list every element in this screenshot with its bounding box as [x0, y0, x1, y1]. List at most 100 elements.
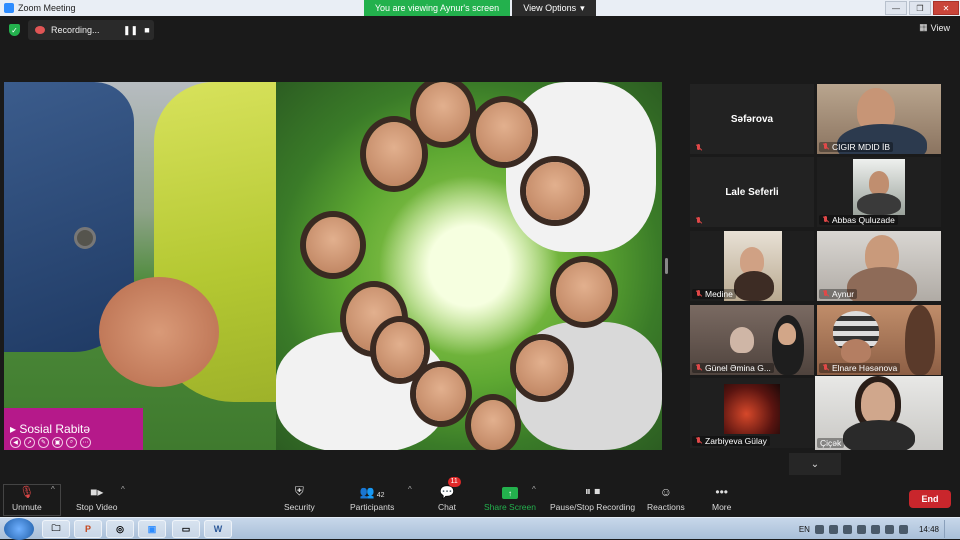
participants-icon: 👥 42	[359, 485, 385, 499]
video-options-caret[interactable]: ^	[121, 485, 125, 494]
tray-icon[interactable]	[814, 524, 824, 534]
mic-muted-icon	[822, 143, 829, 151]
window-controls: — ❐ ✕	[884, 0, 960, 16]
slide-photo-group-circle	[276, 82, 662, 450]
volume-icon[interactable]	[898, 524, 908, 534]
participant-name: Zarbiyeva Gülay	[705, 436, 767, 446]
pause-stop-recording-button[interactable]: ⏸ ⏹ Pause/Stop Recording	[550, 481, 635, 512]
person-face	[861, 382, 895, 424]
person-body	[847, 267, 917, 301]
security-button[interactable]: ⛨ Security	[284, 481, 315, 512]
face	[476, 102, 532, 162]
participant-label: Günel Əmina G...	[692, 363, 774, 373]
tray-icon[interactable]	[856, 524, 866, 534]
pause-recording-icon[interactable]: ❚❚	[123, 25, 138, 36]
tray-icon[interactable]	[870, 524, 880, 534]
participant-name: Səfərova	[730, 113, 774, 125]
network-icon[interactable]	[884, 524, 894, 534]
shield-icon[interactable]: ✓	[9, 24, 20, 36]
maximize-button[interactable]: ❐	[909, 1, 931, 15]
pause-stop-recording-label: Pause/Stop Recording	[550, 502, 636, 512]
clock[interactable]: 14:48	[919, 525, 939, 534]
chat-button[interactable]: 💬 11 Chat	[438, 477, 461, 512]
share-screen-button[interactable]: ↑ Share Screen	[484, 481, 536, 512]
shield-icon: ⛨	[294, 484, 304, 498]
participant-label: Elnare Həsənova	[819, 363, 901, 373]
reactions-icon: ☺	[659, 485, 673, 499]
participants-options-caret[interactable]: ^	[408, 485, 412, 494]
reactions-label: Reactions	[647, 502, 685, 512]
mic-muted-icon	[822, 364, 829, 372]
slide-title-text: Sosial Rabitə	[19, 422, 91, 436]
video-camera-icon: ■▸	[90, 485, 104, 499]
face	[416, 367, 466, 421]
participant-tile[interactable]: Zarbiyeva Gülay	[690, 378, 814, 448]
pen-icon[interactable]: ✎	[38, 437, 49, 448]
participant-tile[interactable]: Lale Seferli	[690, 157, 814, 227]
more-button[interactable]: ••• More	[712, 481, 731, 512]
person-body	[905, 305, 935, 375]
prev-slide-icon[interactable]: ◀	[10, 437, 21, 448]
participant-label: Medine	[692, 289, 736, 299]
view-label: View	[930, 22, 950, 33]
windows-start-icon[interactable]	[4, 518, 34, 540]
view-layout-button[interactable]: ▦ View	[919, 22, 950, 33]
participant-tile[interactable]: Aynur	[817, 231, 941, 301]
mic-muted-icon	[695, 364, 702, 372]
active-speaker-tile[interactable]: Çiçək	[815, 376, 943, 450]
slide-photo-hands	[4, 82, 276, 450]
share-options-caret[interactable]: ^	[532, 485, 536, 494]
chevron-down-icon: ▾	[580, 2, 585, 13]
participant-tile[interactable]: Günel Əmina G...	[690, 305, 814, 375]
chat-icon: 💬 11	[440, 477, 461, 499]
slides-icon[interactable]: ▣	[52, 437, 63, 448]
participant-tile[interactable]: Medine	[690, 231, 814, 301]
split-view-handle[interactable]	[665, 258, 668, 274]
window-switch-icon[interactable]: ▭	[172, 520, 200, 538]
unmute-button[interactable]: 🎙 Unmute	[12, 481, 42, 512]
participant-name: Günel Əmina G...	[705, 363, 771, 373]
gallery-scroll-down-button[interactable]: ⌄	[789, 453, 841, 475]
participant-tile[interactable]: Səfərova	[690, 84, 814, 154]
mic-muted-icon	[695, 217, 702, 225]
audio-options-caret[interactable]: ^	[51, 485, 55, 494]
participant-tile[interactable]: Abbas Quluzade	[817, 157, 941, 227]
close-window-button[interactable]: ✕	[933, 1, 959, 15]
chrome-icon[interactable]: ◎	[106, 520, 134, 538]
face	[366, 122, 422, 186]
view-options-button[interactable]: View Options ▾	[512, 0, 596, 16]
minimize-button[interactable]: —	[885, 1, 907, 15]
zoom-taskbar-icon[interactable]: ▣	[138, 520, 166, 538]
stop-video-button[interactable]: ■▸ Stop Video	[76, 481, 117, 512]
share-screen-label: Share Screen	[484, 502, 536, 512]
language-indicator[interactable]: EN	[799, 525, 810, 534]
participant-name: Lale Seferli	[725, 186, 779, 198]
participants-count: 42	[376, 492, 385, 499]
participant-tile[interactable]: Elnare Həsənova	[817, 305, 941, 375]
person-face	[730, 327, 754, 353]
stop-video-label: Stop Video	[76, 502, 118, 512]
person-body	[857, 193, 901, 215]
slide-title: ▸ Sosial Rabitə	[10, 422, 91, 436]
person-face	[869, 171, 889, 195]
jacket-button	[74, 227, 96, 249]
window-title: Zoom Meeting	[18, 3, 76, 13]
tray-icon[interactable]	[828, 524, 838, 534]
more-slide-options-icon[interactable]: ⋯	[80, 437, 91, 448]
word-icon[interactable]: W	[204, 520, 232, 538]
zoom-icon[interactable]: ⌕	[66, 437, 77, 448]
pointer-icon[interactable]: ➚	[24, 437, 35, 448]
chat-label: Chat	[438, 502, 456, 512]
participant-label: Aynur	[819, 289, 858, 299]
file-explorer-icon[interactable]: 🗀	[42, 520, 70, 538]
powerpoint-icon[interactable]: P	[74, 520, 102, 538]
participant-tile[interactable]: CIGIR MDID İB	[817, 84, 941, 154]
stop-recording-icon[interactable]: ■	[141, 25, 153, 35]
more-label: More	[712, 502, 732, 512]
reactions-button[interactable]: ☺ Reactions	[647, 481, 685, 512]
tray-icon[interactable]	[842, 524, 852, 534]
show-desktop-button[interactable]	[944, 520, 954, 538]
recording-label: Recording...	[51, 25, 100, 35]
end-meeting-button[interactable]: End	[909, 490, 951, 508]
participants-button[interactable]: 👥 42 Participants	[350, 481, 394, 512]
